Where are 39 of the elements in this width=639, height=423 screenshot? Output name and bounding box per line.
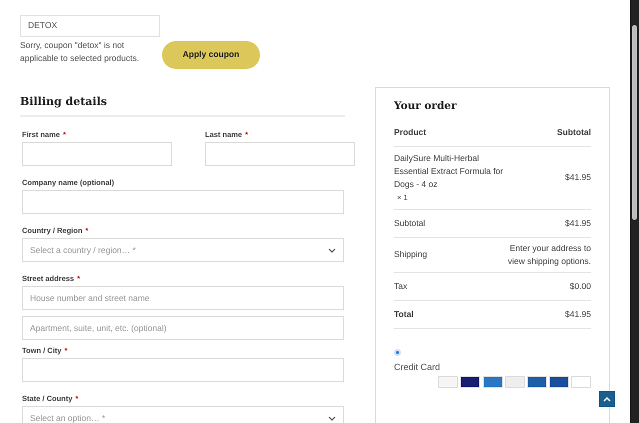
card-logo-icon bbox=[548, 376, 569, 388]
row-label: Shipping bbox=[394, 249, 428, 260]
card-logo-icon bbox=[504, 376, 525, 388]
product-name: DailySure Multi-Herbal Essential Extract Formula for Dogs - 4 oz bbox=[394, 152, 504, 191]
row-value: Enter your address to view shipping options. bbox=[506, 242, 591, 268]
card-logo-icon bbox=[571, 376, 591, 388]
card-logo-icon bbox=[526, 376, 547, 388]
section-heading: Billing details bbox=[20, 95, 345, 118]
chevron-down-icon bbox=[328, 416, 336, 421]
column-header: Subtotal bbox=[557, 126, 591, 138]
scroll-top-button[interactable] bbox=[599, 391, 615, 407]
input-field[interactable] bbox=[22, 142, 172, 166]
input-field[interactable]: House number and street name bbox=[22, 286, 344, 310]
row-label: Tax bbox=[394, 280, 408, 292]
row-value: $0.00 bbox=[570, 280, 591, 292]
scrollbar[interactable] bbox=[630, 0, 639, 423]
input-field[interactable]: Apartment, suite, unit, etc. (optional) bbox=[22, 316, 344, 340]
card-logo-icon bbox=[460, 376, 480, 388]
input-field[interactable] bbox=[22, 190, 344, 214]
select-field[interactable]: Select an option… * bbox=[22, 406, 344, 423]
row-label: Total bbox=[394, 308, 414, 320]
payment-label: Credit Card bbox=[394, 362, 440, 374]
row-value: $41.95 bbox=[565, 218, 591, 229]
apply-coupon-button[interactable]: Apply coupon bbox=[162, 41, 260, 69]
input-field[interactable] bbox=[22, 358, 344, 382]
card-logo-icon bbox=[482, 376, 502, 388]
error-message: Sorry, coupon "detox" is not applicable to selected products. bbox=[20, 39, 140, 65]
section-heading: Your order bbox=[394, 100, 458, 113]
coupon-field[interactable]: DETOX bbox=[20, 15, 160, 37]
select-field[interactable]: Select a country / region… * bbox=[22, 238, 344, 262]
row-value: $41.95 bbox=[565, 308, 591, 320]
radio-button[interactable] bbox=[394, 348, 401, 356]
price-text: $41.95 bbox=[565, 171, 591, 184]
input-field[interactable] bbox=[205, 142, 355, 166]
column-header: Product bbox=[394, 126, 426, 138]
chevron-down-icon bbox=[328, 248, 336, 253]
row-label: Subtotal bbox=[394, 218, 426, 229]
card-logo-icon bbox=[438, 376, 458, 388]
chevron-up-icon bbox=[603, 396, 611, 402]
